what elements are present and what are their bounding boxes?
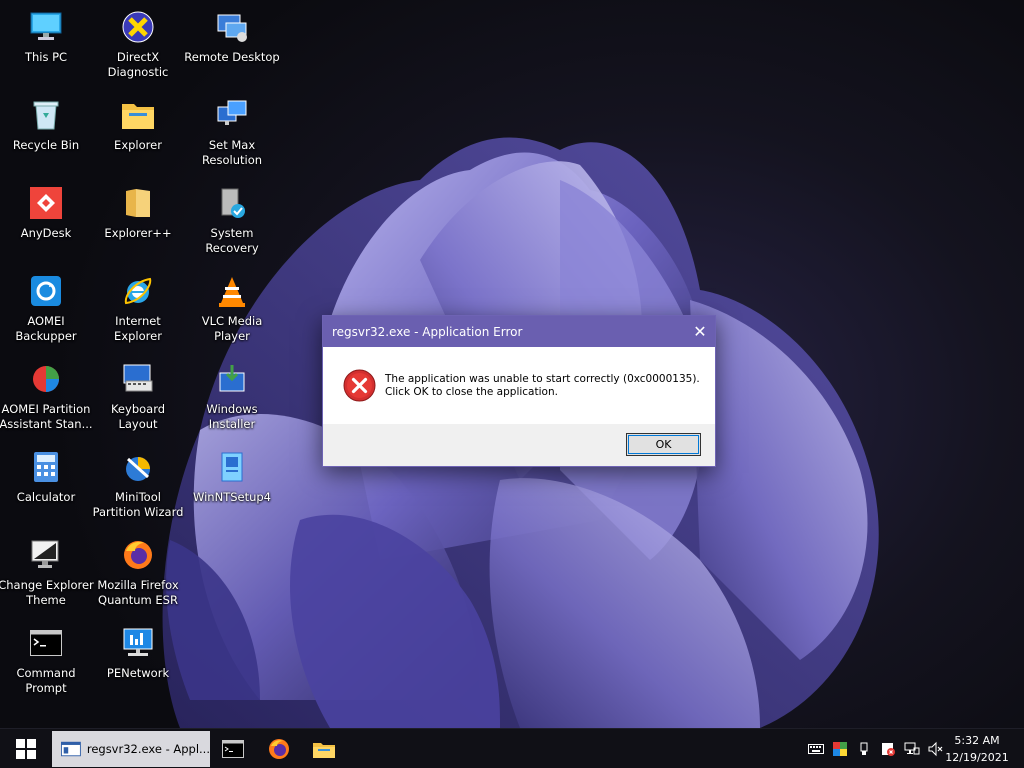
change-theme-icon <box>29 538 63 572</box>
dialog-footer: OK <box>323 424 715 466</box>
dialog-title: regsvr32.exe - Application Error <box>332 324 523 339</box>
desktop-icon[interactable]: Windows Installer <box>186 358 278 442</box>
system-recovery-icon <box>215 186 249 220</box>
desktop-icon[interactable]: This PC <box>0 6 92 90</box>
desktop-icon-label: WinNTSetup4 <box>192 490 272 504</box>
internet-explorer-icon <box>121 274 155 308</box>
desktop-icon-label: AOMEI Partition Assistant Stan... <box>0 402 93 431</box>
desktop-icon-label: Set Max Resolution <box>201 138 263 167</box>
taskbar-clock[interactable]: 5:32 AM 12/19/2021 <box>942 732 1012 766</box>
desktop-icon[interactable]: Explorer <box>92 94 184 178</box>
taskbar-window-title: regsvr32.exe - Appl... <box>86 742 210 756</box>
minitool-icon <box>121 450 155 484</box>
window-app-icon <box>61 741 81 757</box>
desktop-icon-label: This PC <box>24 50 68 64</box>
remote-desktop-icon <box>215 10 249 44</box>
dialog-message: The application was unable to start corr… <box>385 373 705 399</box>
recycle-bin-icon <box>29 98 63 132</box>
dialog-titlebar[interactable]: regsvr32.exe - Application Error ✕ <box>323 316 715 347</box>
desktop-icon-label: Change Explorer Theme <box>0 578 94 607</box>
desktop-icon[interactable]: DirectX Diagnostic <box>92 6 184 90</box>
windows-installer-icon <box>215 362 249 396</box>
desktop-icon[interactable]: MiniTool Partition Wizard <box>92 446 184 530</box>
desktop-icon-label: Remote Desktop <box>184 50 280 64</box>
firefox-icon <box>121 538 155 572</box>
usb-icon[interactable] <box>856 741 872 757</box>
winntsetup-icon <box>215 450 249 484</box>
ok-button[interactable]: OK <box>626 433 701 456</box>
dialog-message-line2: Click OK to close the application. <box>385 386 558 398</box>
desktop-icon[interactable]: Recycle Bin <box>0 94 92 178</box>
dialog-body: The application was unable to start corr… <box>323 347 715 425</box>
color-icon[interactable] <box>832 741 848 757</box>
desktop-icon[interactable]: Set Max Resolution <box>186 94 278 178</box>
desktop-icon[interactable]: Keyboard Layout <box>92 358 184 442</box>
directx-icon <box>121 10 155 44</box>
keyboard-icon[interactable] <box>808 741 824 757</box>
desktop-icon[interactable]: Remote Desktop <box>184 6 280 90</box>
desktop-icon-label: DirectX Diagnostic <box>107 50 169 79</box>
desktop-icon-label: VLC Media Player <box>201 314 263 343</box>
taskbar: regsvr32.exe - Appl... 5:32 AM 12/19/202… <box>0 728 1024 768</box>
firefox-icon[interactable] <box>264 729 294 768</box>
cmd-icon[interactable] <box>218 729 248 768</box>
desktop-icon[interactable]: Mozilla Firefox Quantum ESR <box>92 534 184 618</box>
close-icon[interactable]: ✕ <box>685 316 715 347</box>
security-icon[interactable] <box>880 741 896 757</box>
desktop-icon-label: Windows Installer <box>206 402 258 431</box>
windows-start-icon[interactable] <box>8 729 44 768</box>
penetwork-icon <box>121 626 155 660</box>
desktop-icon[interactable]: Change Explorer Theme <box>0 534 94 618</box>
desktop-icon-label: MiniTool Partition Wizard <box>92 490 184 519</box>
desktop-icon-label: Calculator <box>16 490 76 504</box>
network-icon[interactable] <box>904 741 920 757</box>
desktop-icon[interactable]: Calculator <box>0 446 92 530</box>
desktop-icon-label: AOMEI Backupper <box>15 314 77 343</box>
desktop-icon[interactable]: Command Prompt <box>0 622 92 706</box>
this-pc-icon <box>29 10 63 44</box>
desktop-icon-label: Explorer <box>114 138 162 152</box>
desktop-icon[interactable]: AnyDesk <box>0 182 92 266</box>
folder-icon[interactable] <box>309 729 339 768</box>
desktop-icon-label: Command Prompt <box>16 666 76 695</box>
desktop-icon[interactable]: Explorer++ <box>92 182 184 266</box>
desktop-icon-label: System Recovery <box>205 226 259 255</box>
desktop-icon-label: Keyboard Layout <box>110 402 166 431</box>
aomei-partition-icon <box>29 362 63 396</box>
desktop-icon[interactable]: Internet Explorer <box>92 270 184 354</box>
desktop-icon[interactable]: PENetwork <box>92 622 184 706</box>
dialog-message-line1: The application was unable to start corr… <box>385 373 700 385</box>
desktop-icon[interactable]: AOMEI Partition Assistant Stan... <box>0 358 93 442</box>
desktop-icon[interactable]: System Recovery <box>186 182 278 266</box>
error-dialog: regsvr32.exe - Application Error ✕ The a… <box>322 315 716 467</box>
explorerpp-icon <box>121 186 155 220</box>
calculator-icon <box>29 450 63 484</box>
desktop-icon-label: PENetwork <box>106 666 170 680</box>
monitors-icon <box>215 98 249 132</box>
taskbar-active-window[interactable]: regsvr32.exe - Appl... <box>52 731 210 767</box>
vlc-icon <box>215 274 249 308</box>
error-icon <box>343 369 376 402</box>
desktop-icon-label: AnyDesk <box>20 226 72 240</box>
clock-time: 5:32 AM <box>954 734 1000 747</box>
folder-icon <box>121 98 155 132</box>
desktop-icon-label: Mozilla Firefox Quantum ESR <box>97 578 179 607</box>
desktop-icon-label: Explorer++ <box>104 226 172 240</box>
anydesk-icon <box>29 186 63 220</box>
desktop-icon[interactable]: VLC Media Player <box>186 270 278 354</box>
desktop-icon-label: Internet Explorer <box>114 314 162 343</box>
cmd-icon <box>29 626 63 660</box>
desktop-icon[interactable]: WinNTSetup4 <box>186 446 278 530</box>
desktop-icon-label: Recycle Bin <box>12 138 80 152</box>
desktop-icon[interactable]: AOMEI Backupper <box>0 270 92 354</box>
clock-date: 12/19/2021 <box>945 751 1009 764</box>
keyboard-layout-icon <box>121 362 155 396</box>
aomei-backupper-icon <box>29 274 63 308</box>
